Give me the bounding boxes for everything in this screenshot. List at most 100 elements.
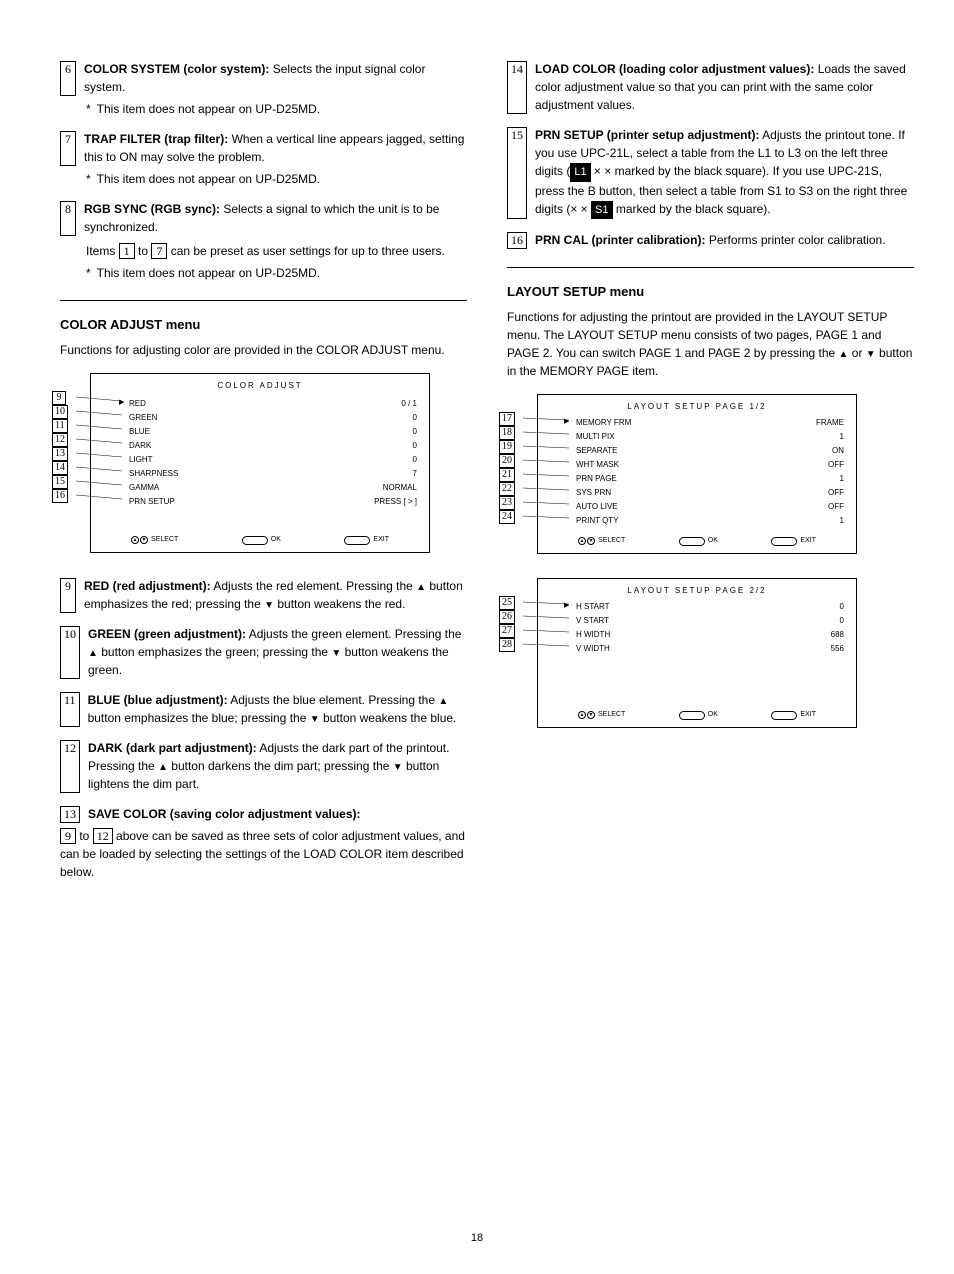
up-triangle-icon: ▲ [839,347,849,362]
item-6-title: COLOR SYSTEM (color system): [84,62,269,76]
item-16-title: PRN CAL (printer calibration): [535,233,705,247]
note-asterisk-icon: * [86,170,91,188]
callout-21: 21 [499,468,515,482]
note-asterisk-icon: * [86,100,91,118]
item-13: 13 SAVE COLOR (saving color adjustment v… [60,805,467,823]
callout-25: 25 [499,596,515,610]
button-icon [771,711,797,720]
down-triangle-icon: ▼ [393,760,403,775]
callout-24: 24 [499,510,515,524]
callout-22: 22 [499,482,515,496]
item-16: 16 PRN CAL (printer calibration): Perfor… [507,231,914,249]
item-7: 7 TRAP FILTER (trap filter): When a vert… [60,130,467,166]
callout-14: 14 [52,461,68,475]
menu-cursor-icon: ▶ [119,398,124,409]
item-15: 15 PRN SETUP (printer setup adjustment):… [507,126,914,219]
numref-inline-9: 9 [60,828,76,844]
numref-14: 14 [507,61,527,114]
menu1-box: COLOR ADJUST ▶ RED0 / 1 GREEN0 BLUE0 DAR… [90,373,430,553]
callout-13: 13 [52,447,68,461]
numref-8: 8 [60,201,76,236]
item-9: 9 RED (red adjustment): Adjusts the red … [60,577,467,613]
menu2-title: LAYOUT SETUP PAGE 1/2 [538,401,856,413]
section-color-desc: Functions for adjusting color are provid… [60,341,467,359]
numref-inline-7: 7 [151,243,167,259]
numref-12: 12 [60,740,80,793]
item-6: 6 COLOR SYSTEM (color system): Selects t… [60,60,467,96]
numref-inline-1: 1 [119,243,135,259]
selected-S1-icon: S1 [591,201,612,220]
up-triangle-icon: ▲ [416,580,426,595]
callout-23: 23 [499,496,515,510]
button-icon [242,536,268,545]
callout-27: 27 [499,624,515,638]
menu3-bottom: ▲▼SELECT OK EXIT [578,710,816,721]
updown-icon: ▲▼ [578,711,595,719]
numref-7: 7 [60,131,76,166]
callout-17: 17 [499,412,515,426]
up-triangle-icon: ▲ [88,646,98,661]
button-icon [771,537,797,546]
down-triangle-icon: ▼ [331,646,341,661]
numref-9: 9 [60,578,76,613]
item-14: 14 LOAD COLOR (loading color adjustment … [507,60,914,114]
menu-coloradjust-figure: 9 10 11 12 13 14 15 16 [90,373,467,553]
item-8-title: RGB SYNC (RGB sync): [84,202,220,216]
button-icon [679,711,705,720]
item-11: 11 BLUE (blue adjustment): Adjusts the b… [60,691,467,727]
up-triangle-icon: ▲ [438,694,448,709]
item-7-note: * This item does not appear on UP-D25MD. [86,170,467,188]
button-icon [679,537,705,546]
divider [507,267,914,268]
callout-26: 26 [499,610,515,624]
down-triangle-icon: ▼ [866,347,876,362]
menu-cursor-icon: ▶ [564,417,569,428]
menu1-bottom: ▲▼SELECT OK EXIT [131,535,389,546]
divider [60,300,467,301]
menu-layout-page2-figure: 25 26 27 28 LAYOUT SETUP PAGE 2/2 ▶ H ST… [537,578,914,728]
down-triangle-icon: ▼ [310,712,320,727]
item-10: 10 GREEN (green adjustment): Adjusts the… [60,625,467,679]
callout-10: 10 [52,405,68,419]
numref-16: 16 [507,232,527,249]
menu2-callouts: 17 18 19 20 21 22 23 24 [499,412,515,524]
selected-L1-icon: L1 [570,163,590,182]
right-column: 14 LOAD COLOR (loading color adjustment … [507,60,914,881]
callout-19: 19 [499,440,515,454]
page-number: 18 [0,1230,954,1247]
item-10-title: GREEN (green adjustment): [88,627,246,641]
item-14-title: LOAD COLOR (loading color adjustment val… [535,62,814,76]
callout-28: 28 [499,638,515,652]
callout-18: 18 [499,426,515,440]
item-13-title: SAVE COLOR (saving color adjustment valu… [88,807,361,821]
item-8: 8 RGB SYNC (RGB sync): Selects a signal … [60,200,467,236]
after-8-text: Items 1 to 7 can be preset as user setti… [86,242,467,260]
callout-11: 11 [52,419,68,433]
menu-cursor-icon: ▶ [564,601,569,612]
note-asterisk-icon: * [86,264,91,282]
menu1-callouts: 9 10 11 12 13 14 15 16 [52,391,68,503]
button-icon [344,536,370,545]
up-triangle-icon: ▲ [158,760,168,775]
updown-icon: ▲▼ [131,536,148,544]
menu2-bottom: ▲▼SELECT OK EXIT [578,536,816,547]
callout-12: 12 [52,433,68,447]
menu3-title: LAYOUT SETUP PAGE 2/2 [538,585,856,597]
item-7-title: TRAP FILTER (trap filter): [84,132,228,146]
item-11-title: BLUE (blue adjustment): [88,693,228,707]
left-column: 6 COLOR SYSTEM (color system): Selects t… [60,60,467,881]
section-layout-title: LAYOUT SETUP menu [507,282,914,302]
item-16-body: Performs printer color calibration. [709,233,886,247]
item-12: 12 DARK (dark part adjustment): Adjusts … [60,739,467,793]
after-8-note: * This item does not appear on UP-D25MD. [86,264,467,282]
B-button: B [588,184,596,198]
down-triangle-icon: ▼ [264,598,274,613]
callout-16: 16 [52,489,68,503]
updown-icon: ▲▼ [578,537,595,545]
numref-6: 6 [60,61,76,96]
menu-layout-page1-figure: 17 18 19 20 21 22 23 24 [537,394,914,554]
menu2-box: LAYOUT SETUP PAGE 1/2 ▶ MEMORY FRMFRAME … [537,394,857,554]
numref-11: 11 [60,692,80,727]
section-layout-desc: Functions for adjusting the printout are… [507,308,914,380]
after-13-text: 9 to 12 above can be saved as three sets… [60,827,467,881]
